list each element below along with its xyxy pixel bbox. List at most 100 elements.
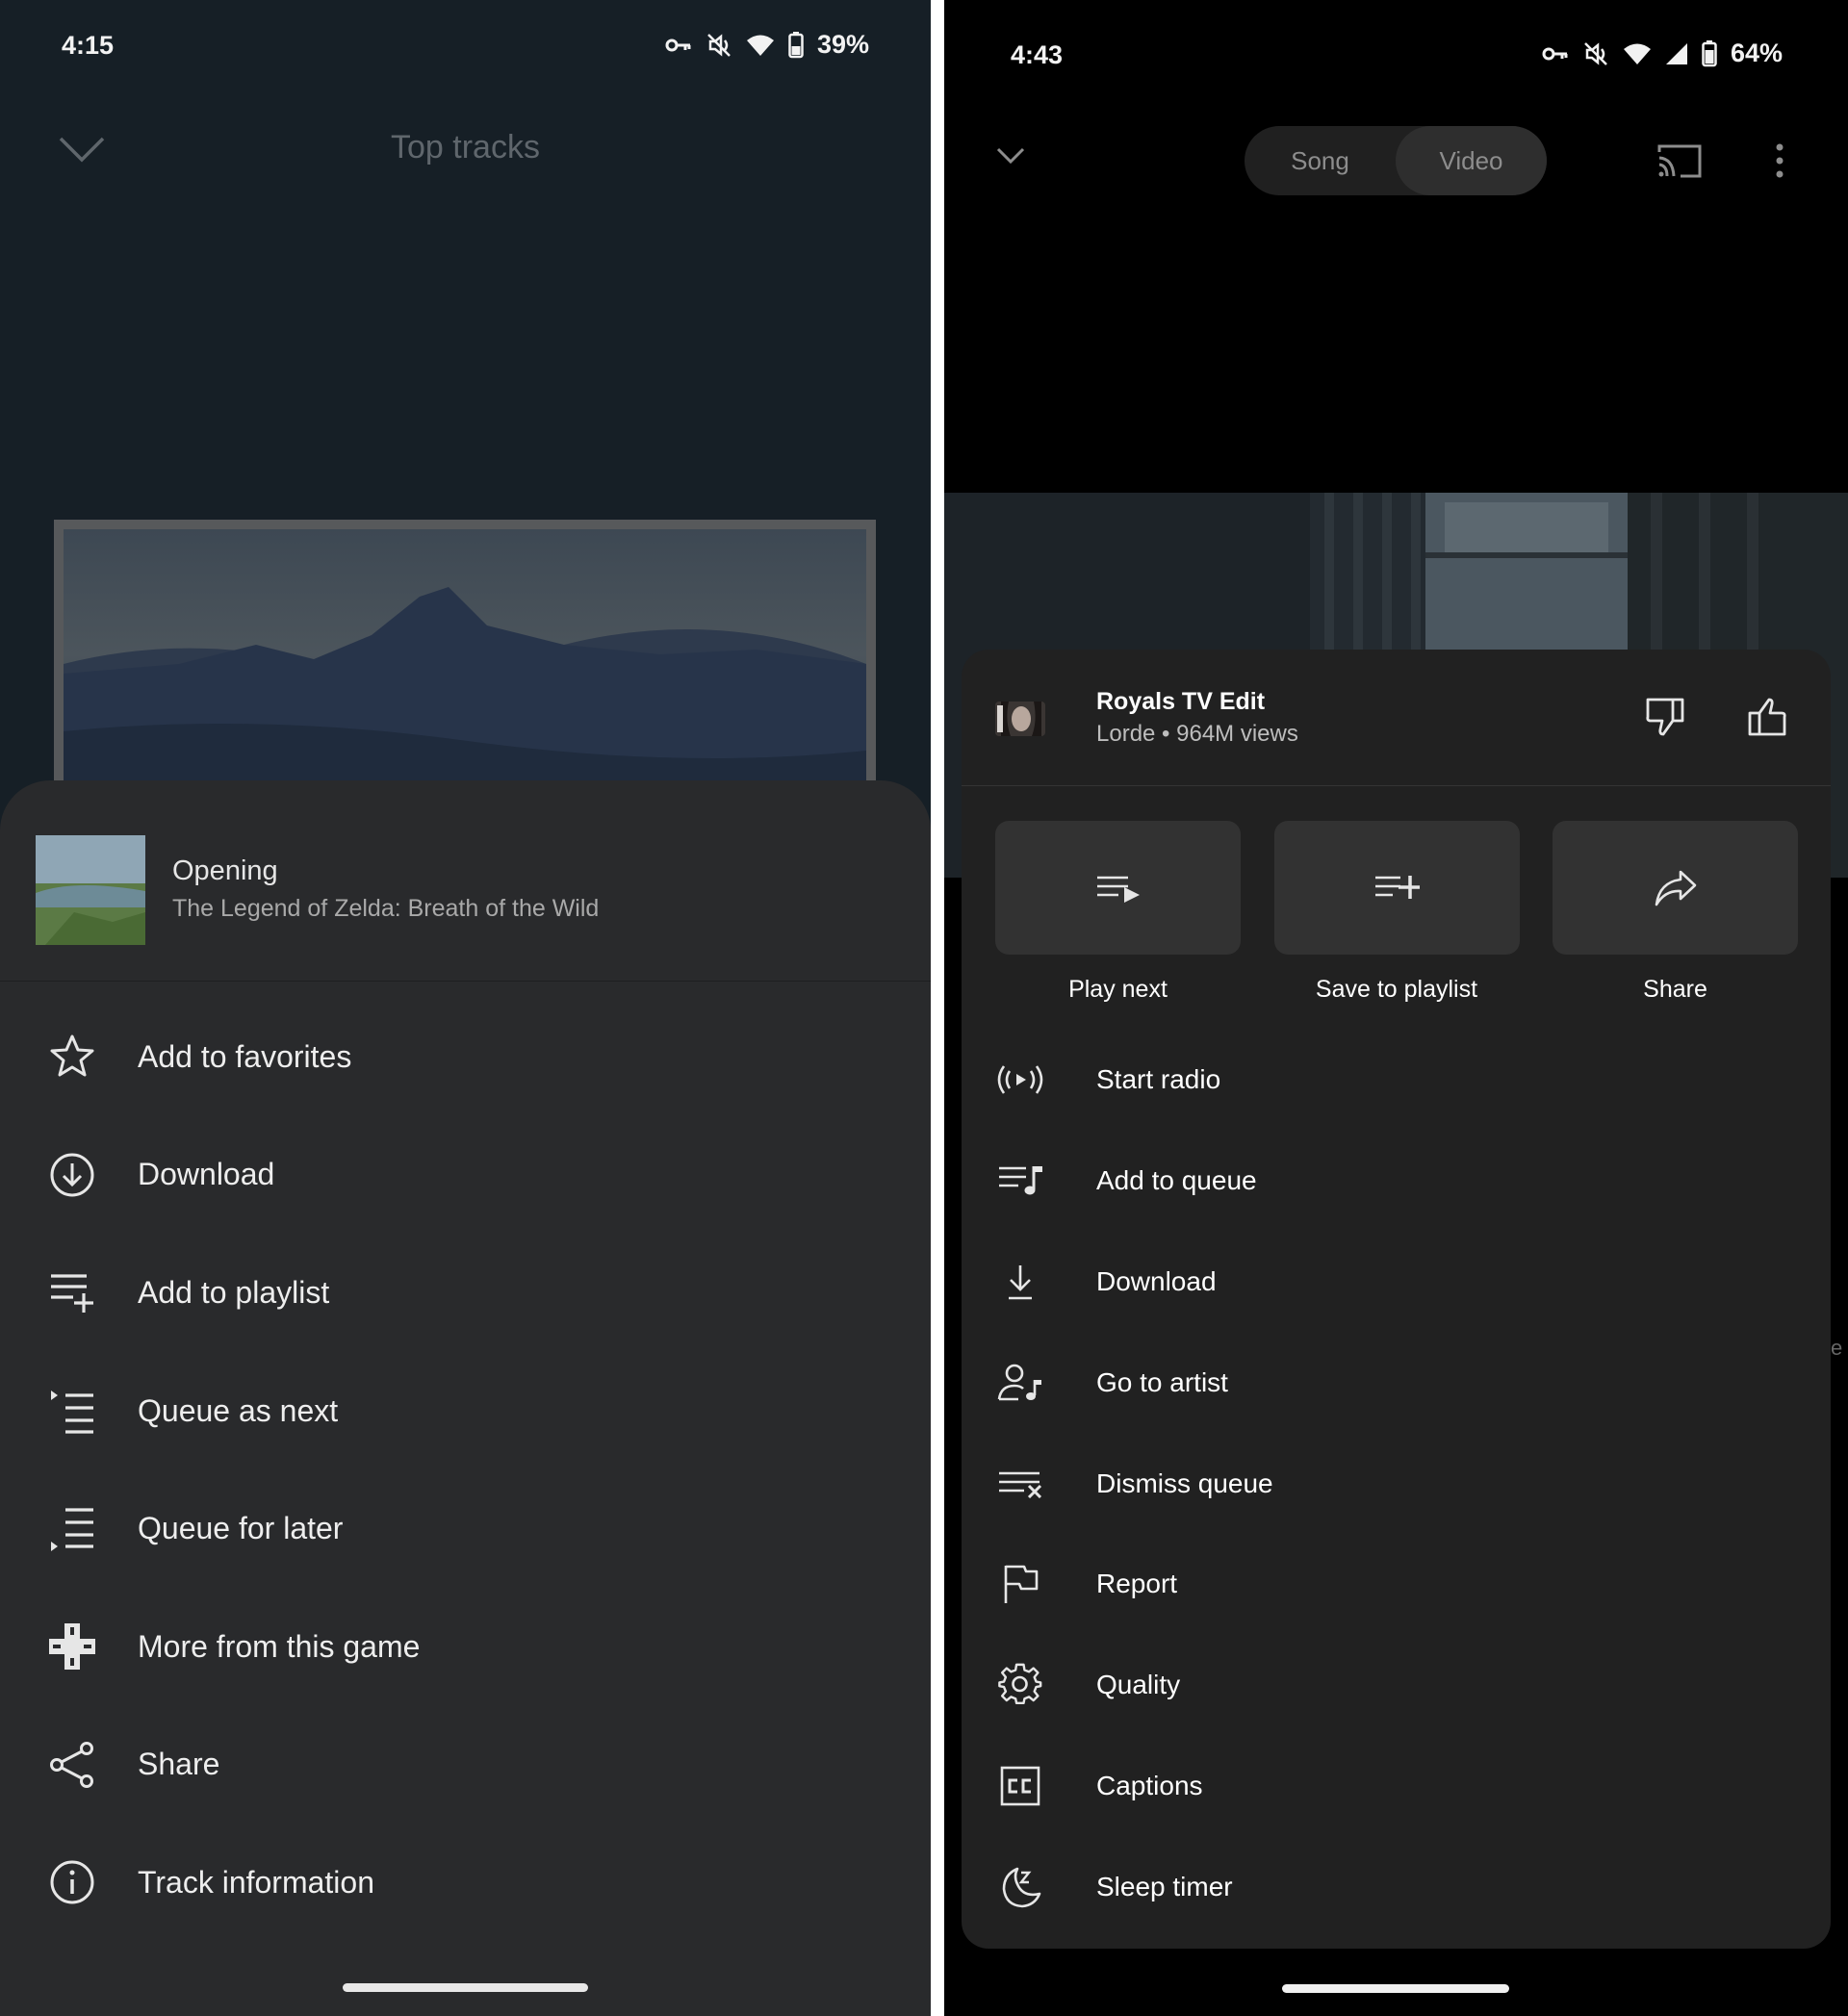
video-options-sheet: Royals TV Edit Lorde • 964M views Play n… [962, 650, 1831, 1949]
status-icons: 64% [1542, 38, 1783, 68]
track-subtitle: The Legend of Zelda: Breath of the Wild [172, 895, 600, 922]
star-icon [42, 1027, 102, 1086]
play-next-icon [1096, 876, 1140, 903]
sleep-timer-icon [994, 1861, 1046, 1913]
action-save-to-playlist[interactable]: Save to playlist [1273, 821, 1520, 1004]
menu-item-label: Queue as next [138, 1392, 339, 1428]
track-options-sheet: Opening The Legend of Zelda: Breath of t… [0, 780, 931, 2016]
status-time: 4:43 [1011, 40, 1064, 69]
track-header: Opening The Legend of Zelda: Breath of t… [0, 780, 931, 982]
video-header: Royals TV Edit Lorde • 964M views [962, 650, 1831, 786]
gear-icon [994, 1659, 1046, 1711]
landscape-art-image [64, 529, 866, 808]
action-label: Play next [1068, 976, 1168, 1003]
track-title: Opening [172, 855, 278, 886]
album-artwork [54, 520, 876, 808]
menu-item-label: Add to queue [1096, 1165, 1257, 1196]
edge-text: e [1831, 1336, 1843, 1360]
gamepad-icon [42, 1617, 102, 1676]
queue-next-icon [42, 1381, 102, 1441]
wifi-icon [1623, 43, 1651, 64]
chevron-down-icon[interactable] [996, 146, 1025, 166]
toggle-song[interactable]: Song [1245, 126, 1396, 195]
video-thumbnail [995, 702, 1045, 736]
add-queue-icon [994, 1155, 1046, 1207]
right-phone-screen: 4:43 64% Song Video Royals TV Edit Lorde… [944, 0, 1848, 2016]
song-video-toggle: Song Video [1245, 126, 1547, 195]
action-label: Share [1643, 976, 1707, 1003]
playlist-add-icon [42, 1263, 102, 1322]
menu-item-add-to-favorites[interactable]: Add to favorites [0, 998, 931, 1116]
share-button[interactable] [1553, 821, 1798, 955]
dismiss-queue-icon [994, 1458, 1046, 1510]
menu-item-queue-as-next[interactable]: Queue as next [0, 1352, 931, 1470]
menu-item-more-from-this-game[interactable]: More from this game [0, 1588, 931, 1706]
download-circle-icon [42, 1145, 102, 1205]
menu-item-start-radio[interactable]: Start radio [962, 1030, 1831, 1131]
menu-item-label: Sleep timer [1096, 1871, 1233, 1901]
play-next-button[interactable] [995, 821, 1241, 955]
download-icon [994, 1256, 1046, 1308]
menu-item-dismiss-queue[interactable]: Dismiss queue [962, 1433, 1831, 1534]
battery-percent: 64% [1730, 38, 1783, 67]
queue-later-icon [42, 1499, 102, 1559]
menu-item-captions[interactable]: Captions [962, 1736, 1831, 1837]
menu-item-label: Download [138, 1157, 275, 1192]
menu-item-download[interactable]: Download [962, 1232, 1831, 1333]
vpn-key-icon [665, 38, 691, 51]
menu-item-go-to-artist[interactable]: Go to artist [962, 1332, 1831, 1433]
menu-item-label: Add to playlist [138, 1274, 330, 1310]
cast-icon[interactable] [1657, 142, 1702, 179]
captions-icon [994, 1760, 1046, 1812]
home-indicator[interactable] [1282, 1984, 1509, 1993]
radio-icon [994, 1054, 1046, 1106]
track-thumbnail [36, 835, 145, 945]
thumbs-up-icon[interactable] [1746, 696, 1788, 738]
mute-icon [1584, 41, 1607, 65]
share-nodes-icon [42, 1735, 102, 1795]
status-bar: 4:43 64% [944, 0, 1848, 69]
video-subtitle: Lorde • 964M views [1096, 721, 1298, 747]
menu-item-label: Add to favorites [138, 1038, 352, 1074]
page-title: Top tracks [391, 129, 540, 166]
status-icons: 39% [665, 30, 869, 60]
menu-item-label: Report [1096, 1569, 1178, 1599]
status-bar: 4:15 39% [0, 0, 931, 60]
save-to-playlist-button[interactable] [1273, 821, 1520, 955]
battery-icon [788, 31, 804, 58]
menu-item-label: Captions [1096, 1770, 1203, 1800]
menu-item-queue-for-later[interactable]: Queue for later [0, 1469, 931, 1588]
menu-item-report[interactable]: Report [962, 1534, 1831, 1635]
menu-item-download[interactable]: Download [0, 1116, 931, 1235]
action-play-next[interactable]: Play next [995, 821, 1241, 1004]
menu-item-track-information[interactable]: Track information [0, 1824, 931, 1942]
menu-item-label: Go to artist [1096, 1366, 1228, 1397]
menu-item-label: Share [138, 1747, 220, 1782]
wifi-icon [746, 35, 774, 56]
menu-item-add-to-playlist[interactable]: Add to playlist [0, 1234, 931, 1352]
more-vert-icon[interactable] [1774, 142, 1785, 179]
info-icon [42, 1852, 102, 1912]
toggle-video[interactable]: Video [1396, 126, 1547, 195]
home-indicator[interactable] [343, 1983, 588, 1992]
save-playlist-icon [1375, 875, 1420, 899]
menu-item-label: Quality [1096, 1670, 1181, 1700]
track-menu: Add to favorites Download Add to playlis… [0, 998, 931, 1942]
video-title: Royals TV Edit [1096, 688, 1266, 715]
battery-icon [1702, 39, 1717, 66]
action-share[interactable]: Share [1553, 821, 1798, 1004]
video-menu: Start radio Add to queue Download Go to … [962, 1030, 1831, 1937]
menu-item-add-to-queue[interactable]: Add to queue [962, 1131, 1831, 1232]
action-label: Save to playlist [1315, 976, 1478, 1003]
cell-signal-icon [1665, 42, 1687, 64]
menu-item-label: Start radio [1096, 1064, 1221, 1095]
menu-item-label: More from this game [138, 1628, 421, 1664]
menu-item-label: Queue for later [138, 1511, 344, 1546]
quick-actions: Play next Save to playlist Share [995, 821, 1798, 1004]
battery-percent: 39% [816, 30, 869, 59]
menu-item-sleep-timer[interactable]: Sleep timer [962, 1836, 1831, 1937]
left-phone-screen: 4:15 39% Top tracks Opening The Legend o… [0, 0, 931, 2016]
menu-item-quality[interactable]: Quality [962, 1635, 1831, 1736]
thumbs-down-icon[interactable] [1644, 696, 1686, 738]
menu-item-share[interactable]: Share [0, 1706, 931, 1825]
